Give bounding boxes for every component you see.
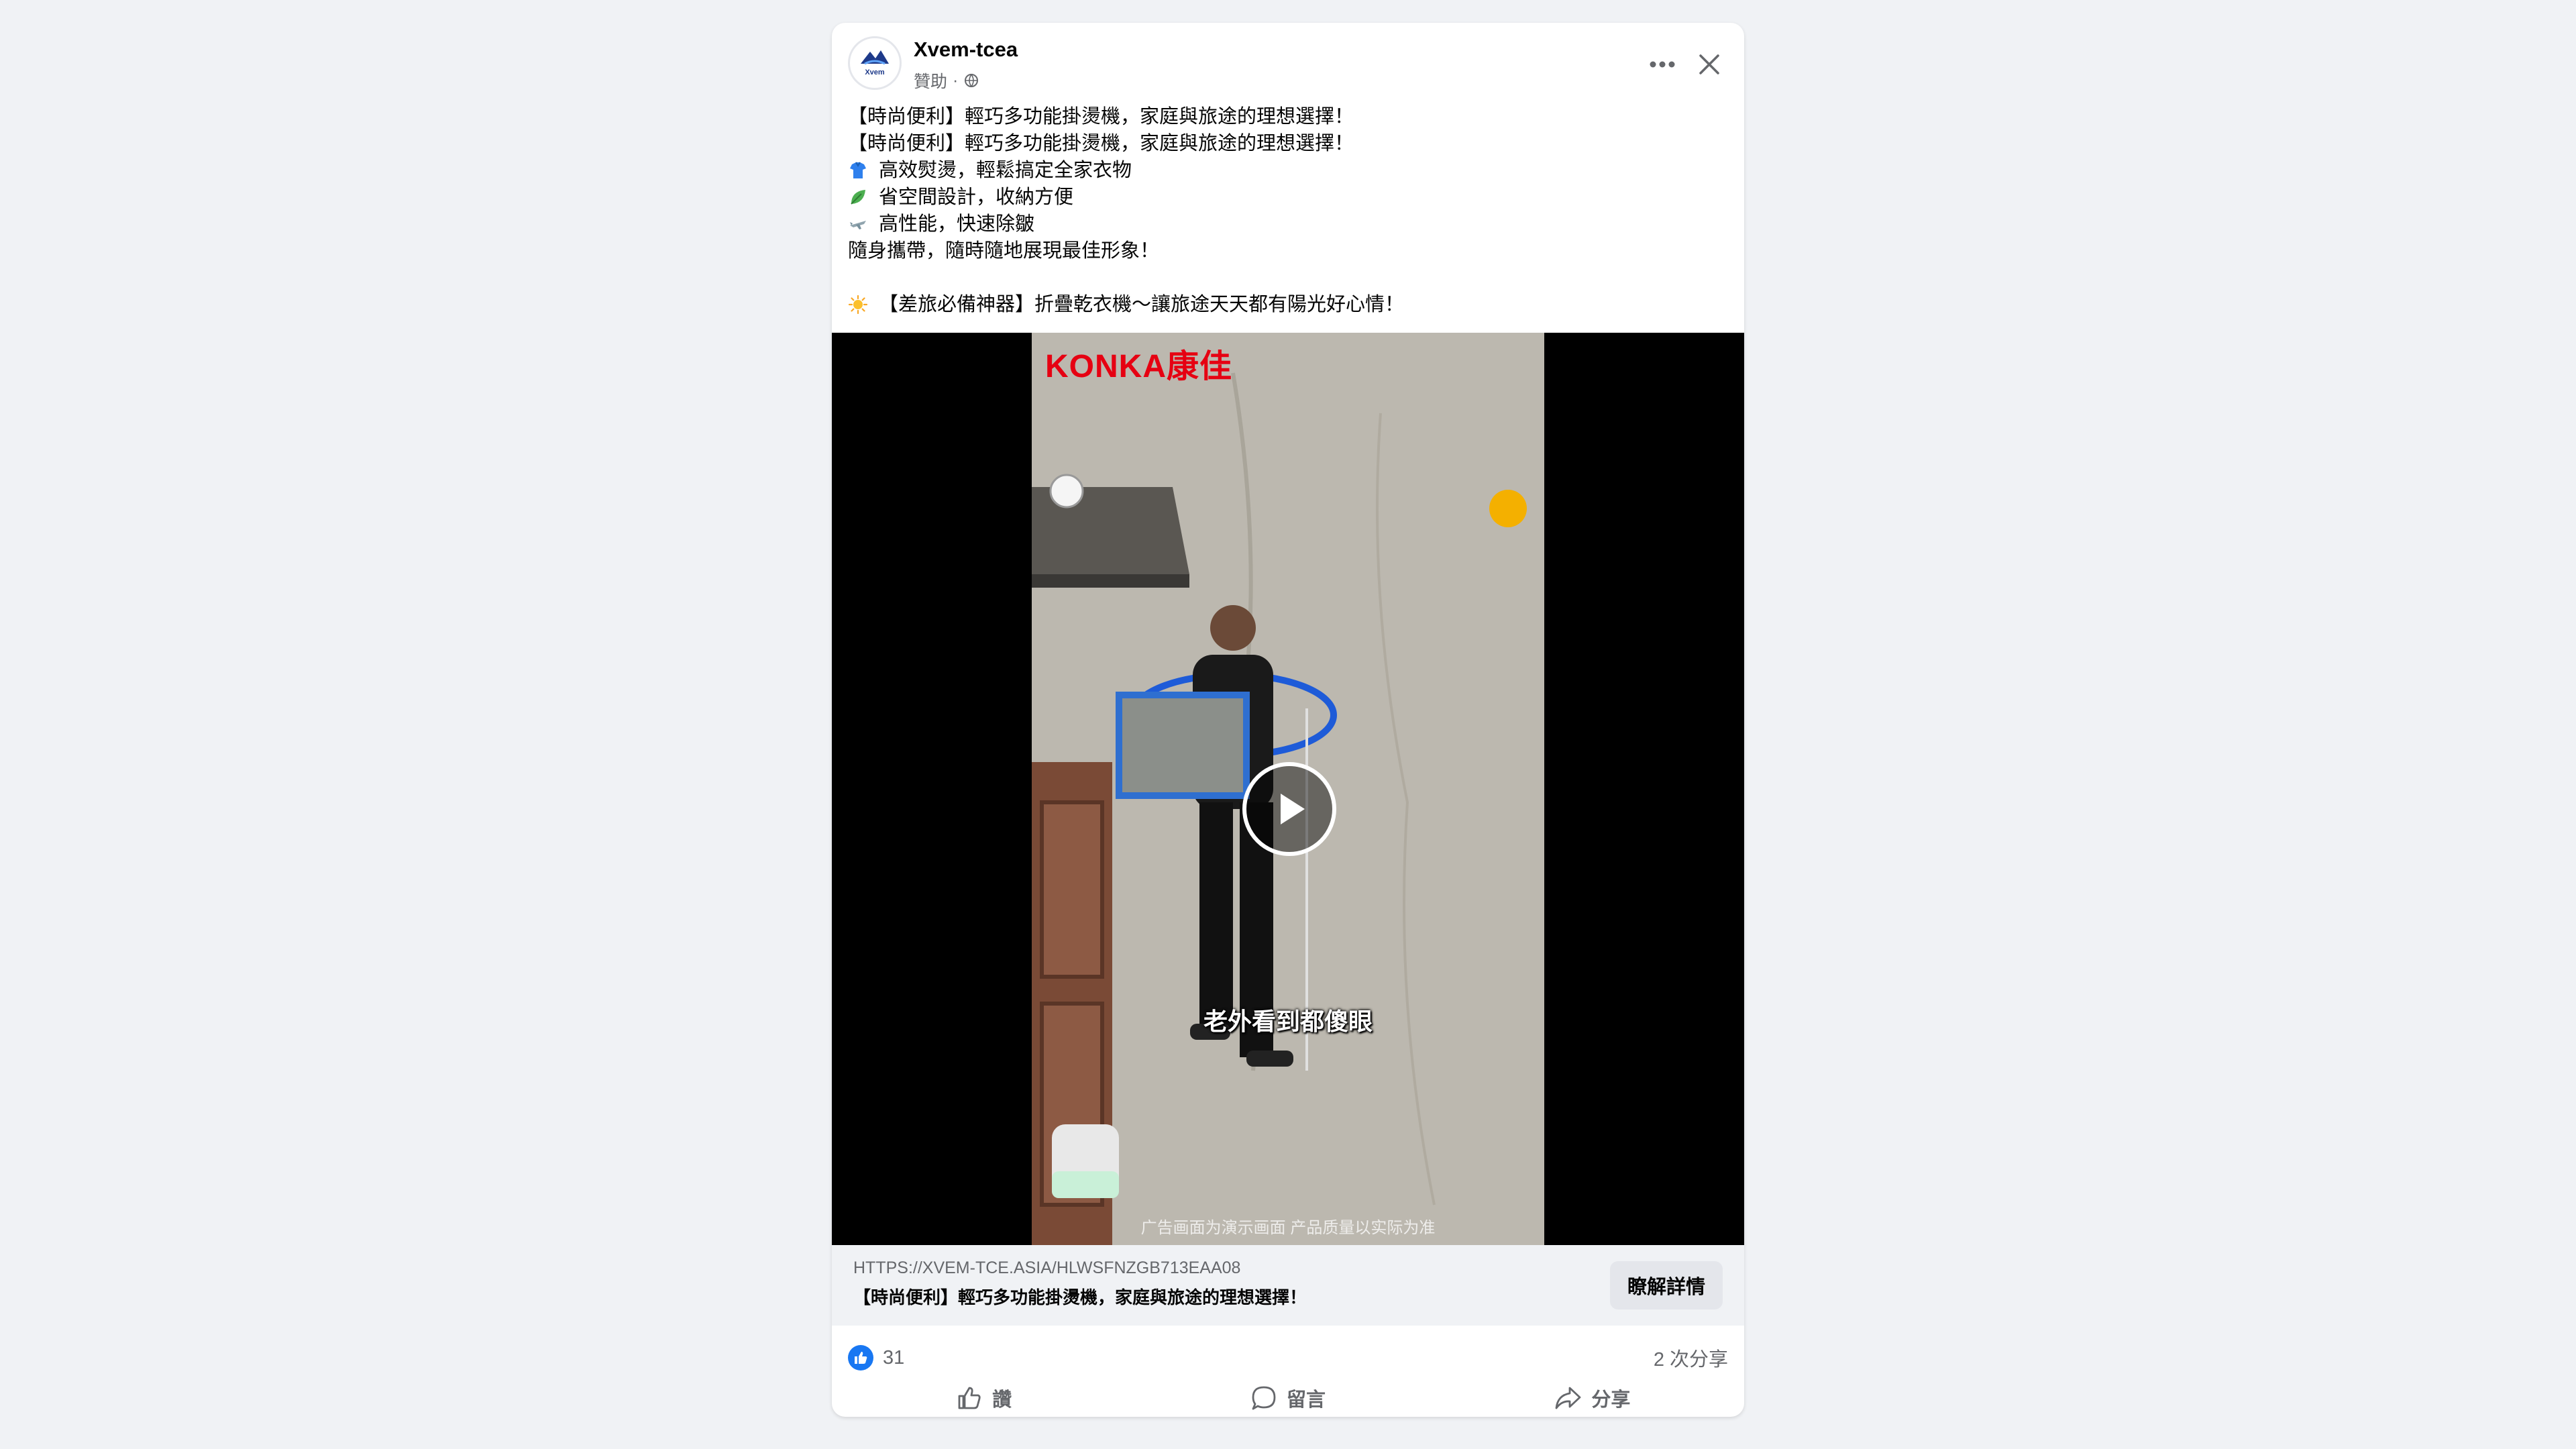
shirt-emoji-icon xyxy=(850,162,866,178)
sponsored-label[interactable]: 贊助 xyxy=(914,68,947,93)
post-body-text: 【時尚便利】輕巧多功能掛燙機，家庭與旅途的理想選擇！ 【時尚便利】輕巧多功能掛燙… xyxy=(848,103,1727,318)
link-title: 【時尚便利】輕巧多功能掛燙機，家庭與旅途的理想選擇！ xyxy=(853,1287,1307,1307)
thumbs-up-outline-icon xyxy=(958,1387,981,1409)
thumbs-up-icon xyxy=(855,1352,867,1364)
post-text-line: 省空間設計，收納方便 xyxy=(848,184,1727,211)
brand-watermark: KONKA康佳 xyxy=(1045,349,1232,384)
post-line-text: 省空間設計，收納方便 xyxy=(879,186,1074,208)
link-url: HTTPS://XVEM-TCE.ASIA/HLWSFNZGB713EAA08 xyxy=(853,1258,1241,1277)
page-name-link[interactable]: Xvem-tcea xyxy=(914,38,1018,62)
post-line-text: 高效熨燙，輕鬆搞定全家衣物 xyxy=(879,160,1132,181)
post-text-line: 【時尚便利】輕巧多功能掛燙機，家庭與旅途的理想選擇！ xyxy=(848,130,1727,157)
plane-emoji-icon xyxy=(850,221,866,229)
post-text-line: 高性能，快速除皺 xyxy=(848,211,1727,237)
more-dots-icon xyxy=(1650,61,1675,68)
close-icon xyxy=(1699,54,1719,74)
like-reaction-icon xyxy=(848,1345,873,1371)
learn-more-button[interactable]: 瞭解詳情 xyxy=(1610,1261,1723,1309)
post-line-text: 【時尚便利】輕巧多功能掛燙機，家庭與旅途的理想選擇！ xyxy=(848,106,1354,127)
share-count[interactable]: 2 次分享 xyxy=(1654,1342,1728,1374)
comment-icon xyxy=(1252,1386,1276,1410)
page-logo-icon: Xvem xyxy=(852,40,898,86)
globe-icon xyxy=(965,74,979,87)
post-text-line-blank xyxy=(848,264,1727,291)
video-disclaimer: 广告画面为演示画面 产品质量以实际为准 xyxy=(1140,1219,1436,1237)
share-button[interactable]: 分享 xyxy=(1440,1379,1744,1417)
svg-text:Xvem: Xvem xyxy=(865,68,885,76)
play-icon xyxy=(1281,794,1305,824)
comment-button[interactable]: 留言 xyxy=(1136,1379,1440,1417)
post-text-line: 高效熨燙，輕鬆搞定全家衣物 xyxy=(848,157,1727,184)
close-button[interactable] xyxy=(1690,46,1728,83)
link-preview[interactable]: HTTPS://XVEM-TCE.ASIA/HLWSFNZGB713EAA08 … xyxy=(832,1245,1744,1326)
video-player[interactable]: KONKA康佳 老外看到都傻眼 广告画面为演示画面 产品质量以实际为准 xyxy=(832,333,1744,1245)
sponsored-post-card: Xvem Xvem-tcea 贊助 · 【時尚便利】輕巧多功能掛燙機，家庭與旅途… xyxy=(832,23,1744,1417)
post-text-line: 隨身攜帶，隨時隨地展現最佳形象！ xyxy=(848,237,1727,264)
post-header: Xvem Xvem-tcea 贊助 · xyxy=(832,23,1744,103)
post-line-text: 隨身攜帶，隨時隨地展現最佳形象！ xyxy=(848,240,1160,262)
post-line-text: 【差旅必備神器】折疊乾衣機～讓旅途天天都有陽光好心情！ xyxy=(879,294,1405,315)
like-label: 讚 xyxy=(992,1389,1012,1411)
more-options-button[interactable] xyxy=(1644,46,1681,83)
page-avatar[interactable]: Xvem xyxy=(848,36,902,90)
share-label: 分享 xyxy=(1591,1389,1631,1411)
meta-separator: · xyxy=(953,70,959,90)
sun-emoji-icon xyxy=(848,294,868,315)
comment-label: 留言 xyxy=(1286,1389,1326,1411)
leaf-emoji-icon xyxy=(851,190,865,205)
post-text-line: 【差旅必備神器】折疊乾衣機～讓旅途天天都有陽光好心情！ xyxy=(848,291,1727,318)
video-subtitle: 老外看到都傻眼 xyxy=(1203,1008,1373,1035)
reaction-summary[interactable]: 31 xyxy=(848,1342,904,1374)
action-bar: 讚 留言 分享 xyxy=(832,1379,1744,1417)
reaction-count: 31 xyxy=(883,1346,905,1368)
post-line-text: 【時尚便利】輕巧多功能掛燙機，家庭與旅途的理想選擇！ xyxy=(848,133,1354,154)
post-line-text: 高性能，快速除皺 xyxy=(879,213,1035,235)
post-text-line: 【時尚便利】輕巧多功能掛燙機，家庭與旅途的理想選擇！ xyxy=(848,103,1727,130)
post-meta: 贊助 · xyxy=(914,68,979,93)
like-button[interactable]: 讚 xyxy=(832,1379,1136,1417)
share-icon xyxy=(1555,1387,1581,1409)
play-button[interactable] xyxy=(1242,762,1336,856)
